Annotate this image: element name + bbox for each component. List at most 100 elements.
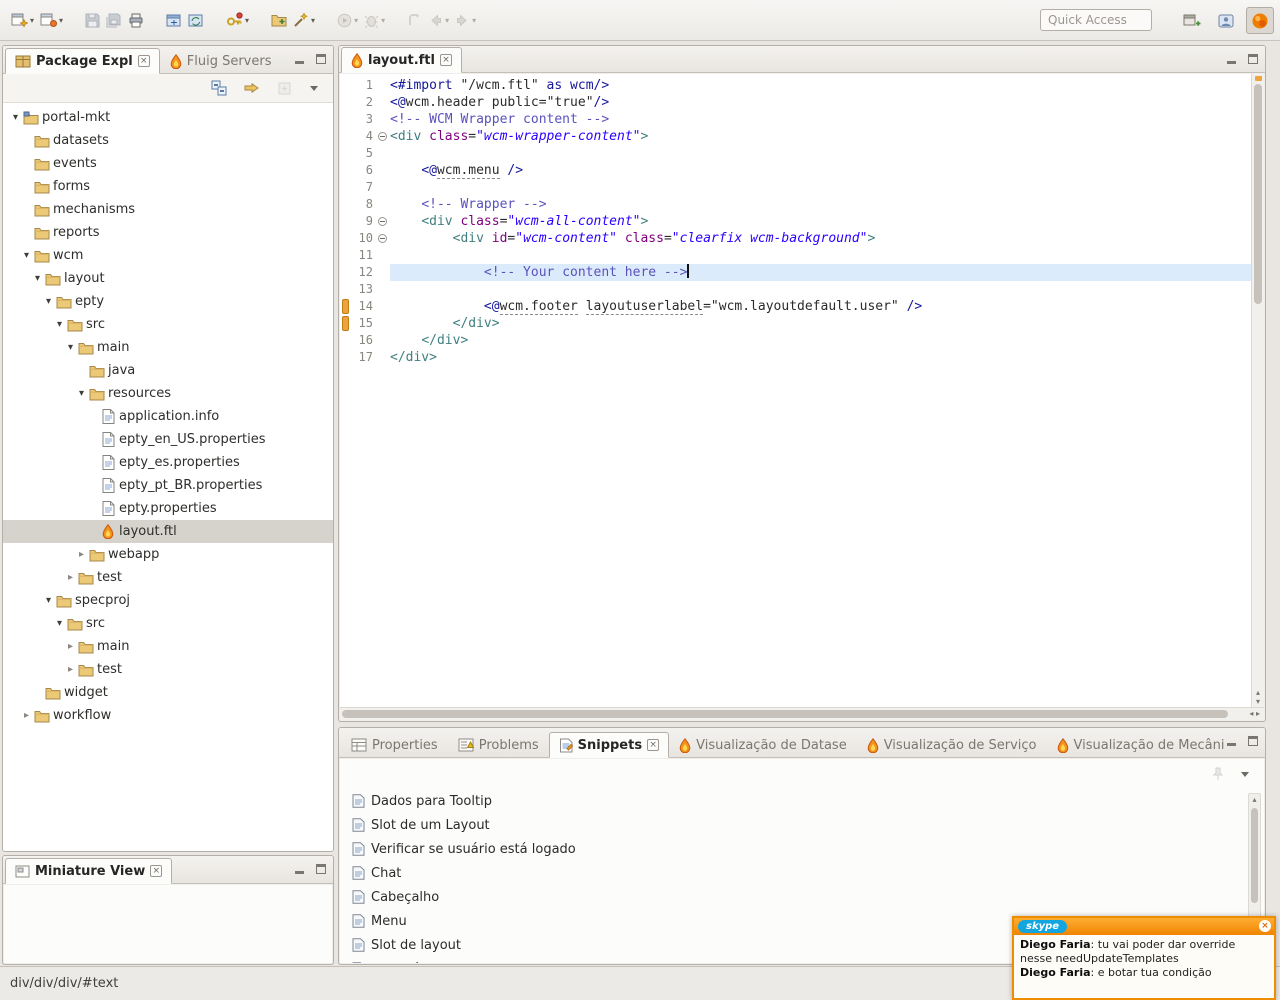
tree-item-reports[interactable]: reports [3, 221, 333, 244]
scrollbar-thumb[interactable] [1254, 84, 1262, 304]
editor-vertical-scrollbar[interactable]: ▴▾ [1251, 74, 1264, 707]
code-line-13[interactable] [390, 281, 1251, 298]
code-line-14[interactable]: <@wcm.footer layoutuserlabel="wcm.layout… [390, 298, 1251, 315]
tree-expander-icon[interactable]: ▸ [64, 572, 77, 583]
scroll-up-icon[interactable]: ▴ [1249, 795, 1260, 804]
code-editor[interactable]: 1234567891011121314151617 <#import "/wcm… [340, 74, 1264, 707]
dropdown-arrow-icon[interactable]: ▾ [445, 16, 449, 25]
tree-item-test[interactable]: ▸test [3, 566, 333, 589]
deploy-key-button[interactable]: ▾ [223, 9, 252, 31]
magic-wand-button[interactable]: ▾ [290, 9, 318, 31]
tree-expander-icon[interactable]: ▾ [9, 112, 22, 123]
tree-item-mechanisms[interactable]: mechanisms [3, 198, 333, 221]
dropdown-arrow-icon[interactable]: ▾ [354, 16, 358, 25]
tree-item-resources[interactable]: ▾resources [3, 382, 333, 405]
code-line-12[interactable]: <!-- Your content here --> [390, 264, 1251, 281]
code-line-16[interactable]: </div> [390, 332, 1251, 349]
tab-fluig-servers[interactable]: Fluig Servers [160, 48, 282, 74]
snippet-dados-para-tooltip[interactable]: Dados para Tooltip [352, 789, 1238, 813]
code-line-6[interactable]: <@wcm.menu /> [390, 162, 1251, 179]
tree-item-epty-properties[interactable]: epty.properties [3, 497, 333, 520]
code-line-15[interactable]: </div> [390, 315, 1251, 332]
skype-close-icon[interactable]: × [1259, 920, 1271, 932]
code-text-area[interactable]: <#import "/wcm.ftl" as wcm/><@wcm.header… [390, 74, 1251, 707]
scrollbar-thumb[interactable] [1251, 808, 1258, 903]
print-button[interactable] [125, 10, 147, 31]
code-line-17[interactable]: </div> [390, 349, 1251, 366]
update-fluig-button[interactable] [185, 10, 207, 31]
javaee-perspective-button[interactable] [1212, 7, 1240, 34]
close-tab-icon[interactable]: × [647, 739, 659, 751]
tab-snippets[interactable]: Snippets× [549, 732, 669, 758]
tree-item-epty-en-us-properties[interactable]: epty_en_US.properties [3, 428, 333, 451]
tree-item-forms[interactable]: forms [3, 175, 333, 198]
tree-expander-icon[interactable]: ▸ [64, 641, 77, 652]
tree-expander-icon[interactable]: ▸ [64, 664, 77, 675]
tree-item-datasets[interactable]: datasets [3, 129, 333, 152]
tree-item-java[interactable]: java [3, 359, 333, 382]
snippet-cabe-alho[interactable]: Cabeçalho [352, 885, 1238, 909]
code-line-7[interactable] [390, 179, 1251, 196]
code-line-5[interactable] [390, 145, 1251, 162]
tree-expander-icon[interactable]: ▾ [53, 319, 66, 330]
new-module-button[interactable]: ▾ [37, 9, 66, 31]
dropdown-arrow-icon[interactable]: ▾ [245, 16, 249, 25]
tab-visualiza-o-de-mec-ni[interactable]: Visualização de Mecâni [1047, 732, 1235, 758]
snippet-slot-de-um-layout[interactable]: Slot de um Layout [352, 813, 1238, 837]
maximize-button[interactable] [314, 863, 327, 876]
skype-notification[interactable]: skype × Diego Faria: tu vai poder dar ov… [1012, 916, 1276, 1000]
new-folder-button[interactable] [268, 10, 290, 30]
scrollbar-thumb[interactable] [342, 710, 1228, 718]
export-fluig-button[interactable] [163, 10, 185, 31]
tab-package-expl[interactable]: Package Expl× [5, 48, 160, 74]
new-wizard-button[interactable]: ▾ [8, 9, 37, 31]
tab-properties[interactable]: Properties [341, 732, 448, 758]
open-perspective-button[interactable] [1178, 7, 1206, 34]
tree-item-layout[interactable]: ▾layout [3, 267, 333, 290]
tree-expander-icon[interactable]: ▾ [75, 388, 88, 399]
tree-item-webapp[interactable]: ▸webapp [3, 543, 333, 566]
tree-item-epty-pt-br-properties[interactable]: epty_pt_BR.properties [3, 474, 333, 497]
code-line-9[interactable]: <div class="wcm-all-content"> [390, 213, 1251, 230]
tab-problems[interactable]: Problems [448, 732, 549, 758]
maximize-button[interactable] [1246, 53, 1259, 66]
fold-minus-icon[interactable] [378, 132, 387, 141]
code-line-8[interactable]: <!-- Wrapper --> [390, 196, 1251, 213]
tab-visualiza-o-de-servi-o[interactable]: Visualização de Serviço [857, 732, 1047, 758]
dropdown-arrow-icon[interactable]: ▾ [472, 16, 476, 25]
minimize-button[interactable] [1225, 735, 1238, 748]
scrollbar-arrows-icon[interactable]: ◂ ▸ [1249, 709, 1260, 718]
view-menu-button[interactable] [1238, 768, 1252, 780]
minimize-button[interactable] [293, 863, 306, 876]
dropdown-arrow-icon[interactable]: ▾ [30, 16, 34, 25]
snippet-verificar-se-usu-rio-est-logado[interactable]: Verificar se usuário está logado [352, 837, 1238, 861]
maximize-button[interactable] [1246, 735, 1259, 748]
tree-item-portal-mkt[interactable]: ▾portal-mkt [3, 106, 333, 129]
tree-item-workflow[interactable]: ▸workflow [3, 704, 333, 727]
fold-minus-icon[interactable] [378, 217, 387, 226]
tree-expander-icon[interactable]: ▾ [64, 342, 77, 353]
tree-expander-icon[interactable]: ▾ [53, 618, 66, 629]
tree-item-wcm[interactable]: ▾wcm [3, 244, 333, 267]
tree-item-events[interactable]: events [3, 152, 333, 175]
tree-item-epty-es-properties[interactable]: epty_es.properties [3, 451, 333, 474]
link-with-editor-button[interactable] [242, 79, 262, 97]
fold-minus-icon[interactable] [378, 234, 387, 243]
tree-item-layout-ftl[interactable]: layout.ftl [3, 520, 333, 543]
collapse-all-button[interactable] [209, 78, 229, 98]
tree-item-test[interactable]: ▸test [3, 658, 333, 681]
code-line-2[interactable]: <@wcm.header public="true"/> [390, 94, 1251, 111]
fluig-perspective-button[interactable] [1246, 7, 1274, 34]
tree-item-application-info[interactable]: application.info [3, 405, 333, 428]
code-line-11[interactable] [390, 247, 1251, 264]
minimize-button[interactable] [293, 53, 306, 66]
code-line-1[interactable]: <#import "/wcm.ftl" as wcm/> [390, 77, 1251, 94]
tree-item-src[interactable]: ▾src [3, 612, 333, 635]
close-tab-icon[interactable]: × [138, 55, 150, 67]
view-menu-button[interactable] [307, 82, 321, 94]
tree-item-main[interactable]: ▾main [3, 336, 333, 359]
quick-access-input[interactable] [1040, 9, 1152, 31]
tab-visualiza-o-de-datase[interactable]: Visualização de Datase [669, 732, 857, 758]
code-line-10[interactable]: <div id="wcm-content" class="clearfix wc… [390, 230, 1251, 247]
tree-expander-icon[interactable]: ▸ [20, 710, 33, 721]
